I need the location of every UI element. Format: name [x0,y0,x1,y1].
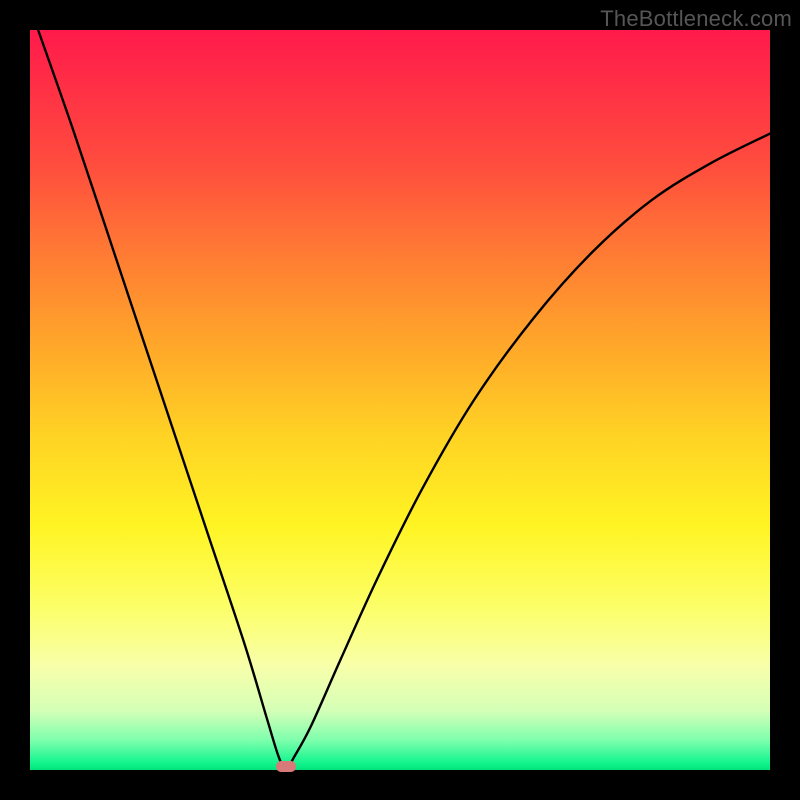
chart-frame: TheBottleneck.com [0,0,800,800]
minimum-marker [276,761,296,772]
bottleneck-curve [30,30,770,770]
watermark-label: TheBottleneck.com [600,6,792,32]
